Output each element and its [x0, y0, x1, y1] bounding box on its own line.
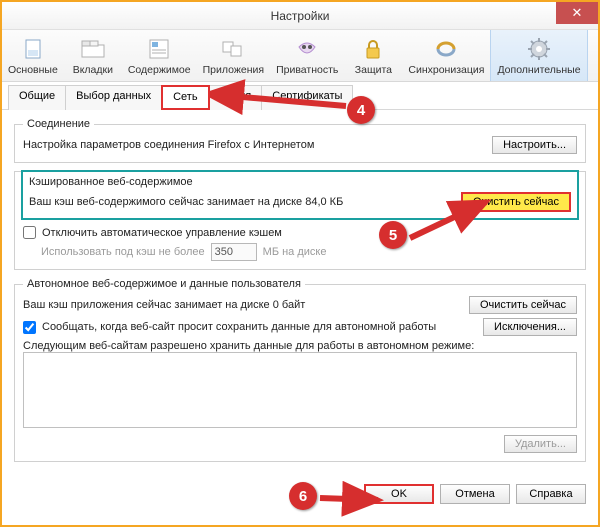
help-button[interactable]: Справка	[516, 484, 586, 504]
offline-exceptions-button[interactable]: Исключения...	[483, 318, 577, 336]
close-icon: ✕	[572, 5, 583, 21]
cat-tabs[interactable]: Вкладки	[64, 30, 122, 81]
clear-cache-button[interactable]: Очистить сейчас	[461, 192, 571, 212]
tab-updates[interactable]: О…ия	[209, 85, 263, 110]
cat-advanced[interactable]: Дополнительные	[490, 30, 587, 81]
ok-button[interactable]: OK	[364, 484, 434, 504]
sub-tabs: Общие Выбор данных Сеть О…ия Сертификаты	[2, 82, 598, 110]
dialog-actions: OK Отмена Справка	[2, 478, 598, 514]
offline-delete-button: Удалить...	[504, 435, 577, 453]
group-cache-legend: Кэшированное веб-содержимое	[29, 176, 571, 188]
cat-general[interactable]: Основные	[2, 30, 64, 81]
group-offline: Автономное веб-содержимое и данные польз…	[14, 278, 586, 462]
group-connection: Соединение Настройка параметров соединен…	[14, 118, 586, 163]
cache-status: Ваш кэш веб-содержимого сейчас занимает …	[29, 196, 343, 208]
cancel-button[interactable]: Отмена	[440, 484, 510, 504]
connection-settings-button[interactable]: Настроить...	[492, 136, 577, 154]
offline-notify[interactable]: Сообщать, когда веб-сайт просит сохранит…	[23, 321, 436, 334]
cat-apps[interactable]: Приложения	[197, 30, 270, 81]
category-toolbar: Основные Вкладки Содержимое Приложения П…	[2, 30, 598, 82]
tab-network[interactable]: Сеть	[161, 85, 209, 110]
cache-limit-input[interactable]	[211, 243, 257, 261]
disable-auto-cache[interactable]: Отключить автоматическое управление кэше…	[23, 226, 577, 239]
offline-sites-list[interactable]	[23, 352, 577, 428]
cat-security[interactable]: Защита	[344, 30, 402, 81]
offline-notify-checkbox[interactable]	[23, 321, 36, 334]
cache-limit-pre: Использовать под кэш не более	[41, 246, 205, 258]
tab-certs[interactable]: Сертификаты	[261, 85, 353, 110]
gear-icon	[525, 36, 553, 62]
window-title: Настройки	[271, 9, 330, 23]
group-connection-legend: Соединение	[23, 118, 94, 130]
close-button[interactable]: ✕	[556, 2, 598, 24]
tab-content: Соединение Настройка параметров соединен…	[2, 110, 598, 478]
cat-privacy[interactable]: Приватность	[270, 30, 344, 81]
cache-highlight: Кэшированное веб-содержимое Ваш кэш веб-…	[21, 170, 579, 220]
group-cache: Кэшированное веб-содержимое Ваш кэш веб-…	[14, 171, 586, 270]
offline-sites-label: Следующим веб-сайтам разрешено хранить д…	[23, 340, 577, 352]
cat-content[interactable]: Содержимое	[122, 30, 197, 81]
cache-limit-suf: МБ на диске	[263, 246, 327, 258]
disable-auto-cache-checkbox[interactable]	[23, 226, 36, 239]
offline-status: Ваш кэш приложения сейчас занимает на ди…	[23, 299, 305, 311]
title-bar: Настройки ✕	[2, 2, 598, 30]
tab-data-choices[interactable]: Выбор данных	[65, 85, 162, 110]
connection-text: Настройка параметров соединения Firefox …	[23, 139, 314, 151]
tab-general[interactable]: Общие	[8, 85, 66, 110]
group-offline-legend: Автономное веб-содержимое и данные польз…	[23, 278, 305, 290]
cat-sync[interactable]: Синхронизация	[402, 30, 490, 81]
clear-offline-button[interactable]: Очистить сейчас	[469, 296, 577, 314]
